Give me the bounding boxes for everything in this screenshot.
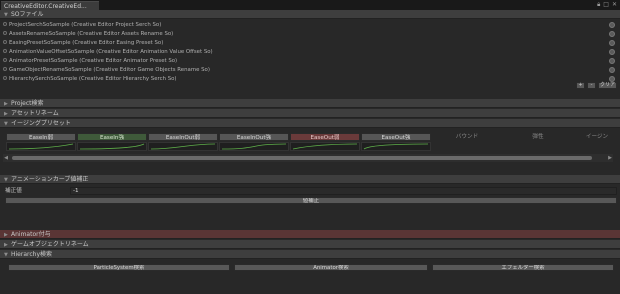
scriptable-object-icon	[3, 22, 7, 26]
correction-value-field[interactable]: -1	[70, 187, 617, 195]
chevron-right-icon: ▶	[4, 242, 8, 248]
object-picker-icon[interactable]	[609, 67, 615, 73]
so-list-item[interactable]: HierarchySerchSoSample (Creative Editor …	[3, 75, 617, 83]
section-project-search[interactable]: ▶ Project検索	[0, 99, 620, 108]
object-picker-icon[interactable]	[609, 58, 615, 64]
easing-curve-preview	[6, 142, 76, 151]
object-picker-icon[interactable]	[609, 40, 615, 46]
easing-curve-preview	[290, 142, 360, 151]
so-list-item[interactable]: GameObjectRenameSoSample (Creative Edito…	[3, 66, 617, 74]
so-list-item[interactable]: ProjectSerchSoSample (Creative Editor Pr…	[3, 21, 617, 29]
so-list-item[interactable]: AnimationValueOffsetSoSample (Creative E…	[3, 48, 617, 56]
easing-curve-preview	[77, 142, 147, 151]
easing-button-more[interactable]: イージン	[574, 133, 620, 141]
chevron-down-icon: ▼	[4, 252, 8, 258]
window-controls: 🔒︎ □ ✕	[597, 1, 617, 9]
easing-curve-preview	[361, 142, 431, 151]
scrollbar-thumb[interactable]	[12, 156, 592, 160]
section-asset-rename[interactable]: ▶ アセットリネーム	[0, 109, 620, 118]
scriptable-object-icon	[3, 31, 7, 35]
remove-button[interactable]: -	[587, 82, 596, 89]
chevron-right-icon: ▶	[4, 101, 8, 107]
scriptable-object-icon	[3, 58, 7, 62]
object-picker-icon[interactable]	[609, 49, 615, 55]
hierarchy-filter-search-button[interactable]: エフェルター検索	[432, 264, 614, 271]
easing-button-bounce[interactable]: バウンド	[432, 133, 502, 141]
easing-curve-preview	[148, 142, 218, 151]
scriptable-object-icon	[3, 40, 7, 44]
easing-horizontal-scrollbar[interactable]: ◀ ▶	[3, 154, 613, 162]
easing-button-ease-inout-weak[interactable]: EaseInOut弱	[148, 133, 218, 141]
particle-system-search-button[interactable]: ParticleSystem検索	[8, 264, 230, 271]
easing-button-ease-in-strong[interactable]: EaseIn強	[77, 133, 147, 141]
easing-button-ease-inout-strong[interactable]: EaseInOut強	[219, 133, 289, 141]
chevron-down-icon: ▼	[4, 121, 8, 127]
scriptable-object-icon	[3, 67, 7, 71]
lock-icon[interactable]: 🔒︎	[597, 1, 600, 9]
correction-value-label: 補正値	[5, 188, 22, 194]
clear-button[interactable]: クリア	[598, 82, 617, 89]
section-easing-preset[interactable]: ▼ イージングプリセット	[0, 119, 620, 128]
object-picker-icon[interactable]	[609, 22, 615, 28]
maximize-icon[interactable]: □	[603, 1, 609, 9]
easing-button-ease-out-weak[interactable]: EaseOut弱	[290, 133, 360, 141]
section-animator[interactable]: ▶ Animator付与	[0, 230, 620, 239]
section-hierarchy-search[interactable]: ▼ Hierarchy検索	[0, 250, 620, 259]
easing-button-elastic[interactable]: 弾性	[503, 133, 573, 141]
easing-button-ease-in-weak[interactable]: EaseIn弱	[6, 133, 76, 141]
animator-search-button[interactable]: Animator検索	[234, 264, 428, 271]
easing-button-ease-out-strong[interactable]: EaseOut強	[361, 133, 431, 141]
scroll-right-icon[interactable]: ▶	[607, 154, 613, 162]
section-animation-curve-correction[interactable]: ▼ アニメーションカーブ値補正	[0, 175, 620, 184]
object-picker-icon[interactable]	[609, 31, 615, 37]
chevron-down-icon: ▼	[4, 177, 8, 183]
section-so-file[interactable]: ▼ SOファイル	[0, 10, 620, 19]
window-tab-bar: CreativeEditor.CreativeEd... 🔒︎ □ ✕	[0, 0, 620, 10]
chevron-right-icon: ▶	[4, 111, 8, 117]
easing-curve-preview	[219, 142, 289, 151]
close-icon[interactable]: ✕	[612, 1, 617, 9]
window-tab[interactable]: CreativeEditor.CreativeEd...	[1, 1, 99, 10]
scriptable-object-icon	[3, 49, 7, 53]
section-gameobject-rename[interactable]: ▶ ゲームオブジェクトリネーム	[0, 240, 620, 249]
chevron-down-icon: ▼	[4, 12, 8, 18]
so-list-item[interactable]: AssetsRenameSoSample (Creative Editor As…	[3, 30, 617, 38]
scroll-left-icon[interactable]: ◀	[3, 154, 9, 162]
so-list-item[interactable]: AnimatorPresetSoSample (Creative Editor …	[3, 57, 617, 65]
so-list-item[interactable]: EasingPresetSoSample (Creative Editor Ea…	[3, 39, 617, 47]
add-button[interactable]: +	[576, 82, 585, 89]
scriptable-object-icon	[3, 76, 7, 80]
apply-correction-button[interactable]: 値補正	[5, 197, 617, 204]
chevron-right-icon: ▶	[4, 232, 8, 238]
